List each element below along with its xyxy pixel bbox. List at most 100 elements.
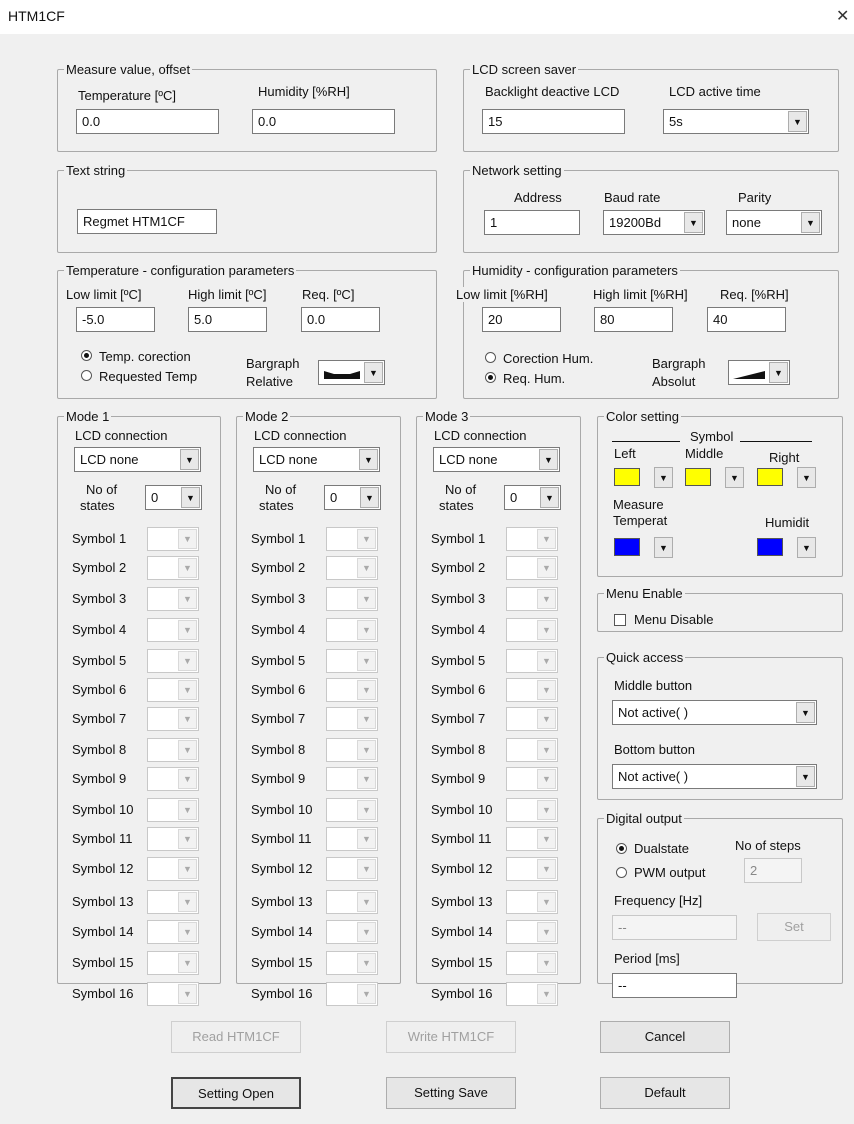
backlight-input[interactable] [482,109,625,134]
chevron-down-icon[interactable]: ▼ [684,212,703,233]
no-of-states-select[interactable]: 0 ▼ [145,485,202,510]
text-string-input[interactable] [77,209,217,234]
symbol-select[interactable]: ▼ [506,587,558,611]
symbol-select[interactable]: ▼ [326,618,378,642]
symbol-select[interactable]: ▼ [506,678,558,702]
close-icon[interactable]: ✕ [836,6,849,26]
chevron-down-icon[interactable]: ▼ [357,529,376,549]
hum-high-input[interactable] [594,307,673,332]
symbol-select[interactable]: ▼ [147,678,199,702]
symbol-select[interactable]: ▼ [147,767,199,791]
cancel-button[interactable]: Cancel [600,1021,730,1053]
symbol-select[interactable]: ▼ [147,618,199,642]
temp-correction-radio[interactable] [81,350,92,361]
symbol-select[interactable]: ▼ [506,798,558,822]
symbol-select[interactable]: ▼ [326,857,378,881]
temperature-color-select[interactable]: ▼ [612,535,674,560]
chevron-down-icon[interactable]: ▼ [359,449,378,470]
symbol-select[interactable]: ▼ [506,556,558,580]
pwm-output-radio[interactable] [616,867,627,878]
chevron-down-icon[interactable]: ▼ [357,953,376,973]
chevron-down-icon[interactable]: ▼ [537,953,556,973]
chevron-down-icon[interactable]: ▼ [537,984,556,1004]
chevron-down-icon[interactable]: ▼ [537,709,556,729]
lcd-connection-select[interactable]: LCD none ▼ [253,447,380,472]
chevron-down-icon[interactable]: ▼ [178,859,197,879]
chevron-down-icon[interactable]: ▼ [178,800,197,820]
symbol-select[interactable]: ▼ [326,890,378,914]
chevron-down-icon[interactable]: ▼ [178,769,197,789]
req-hum-radio[interactable] [485,372,496,383]
humidity-offset-input[interactable] [252,109,395,134]
chevron-down-icon[interactable]: ▼ [357,620,376,640]
no-of-steps-input[interactable] [744,858,802,883]
right-color-select[interactable]: ▼ [755,465,817,490]
symbol-select[interactable]: ▼ [147,587,199,611]
symbol-select[interactable]: ▼ [326,556,378,580]
chevron-down-icon[interactable]: ▼ [181,487,200,508]
symbol-select[interactable]: ▼ [506,618,558,642]
symbol-select[interactable]: ▼ [147,556,199,580]
hum-low-input[interactable] [482,307,561,332]
chevron-down-icon[interactable]: ▼ [537,769,556,789]
chevron-down-icon[interactable]: ▼ [357,892,376,912]
chevron-down-icon[interactable]: ▼ [357,680,376,700]
symbol-select[interactable]: ▼ [326,678,378,702]
bottom-button-select[interactable]: Not active( ) ▼ [612,764,817,789]
chevron-down-icon[interactable]: ▼ [178,558,197,578]
chevron-down-icon[interactable]: ▼ [357,651,376,671]
symbol-select[interactable]: ▼ [147,738,199,762]
symbol-select[interactable]: ▼ [326,707,378,731]
humidity-color-select[interactable]: ▼ [755,535,817,560]
chevron-down-icon[interactable]: ▼ [357,709,376,729]
chevron-down-icon[interactable]: ▼ [537,892,556,912]
symbol-select[interactable]: ▼ [326,527,378,551]
chevron-down-icon[interactable]: ▼ [178,740,197,760]
chevron-down-icon[interactable]: ▼ [796,766,815,787]
no-of-states-select[interactable]: 0 ▼ [504,485,561,510]
chevron-down-icon[interactable]: ▼ [769,362,788,383]
chevron-down-icon[interactable]: ▼ [178,892,197,912]
chevron-down-icon[interactable]: ▼ [537,589,556,609]
symbol-select[interactable]: ▼ [147,890,199,914]
temperature-offset-input[interactable] [76,109,219,134]
chevron-down-icon[interactable]: ▼ [537,529,556,549]
symbol-select[interactable]: ▼ [326,982,378,1006]
set-button[interactable]: Set [757,913,831,941]
temp-low-input[interactable] [76,307,155,332]
symbol-select[interactable]: ▼ [147,827,199,851]
chevron-down-icon[interactable]: ▼ [725,467,744,488]
symbol-select[interactable]: ▼ [506,649,558,673]
chevron-down-icon[interactable]: ▼ [360,487,379,508]
chevron-down-icon[interactable]: ▼ [539,449,558,470]
chevron-down-icon[interactable]: ▼ [357,859,376,879]
chevron-down-icon[interactable]: ▼ [357,589,376,609]
lcd-connection-select[interactable]: LCD none ▼ [433,447,560,472]
symbol-select[interactable]: ▼ [147,707,199,731]
left-color-select[interactable]: ▼ [612,465,674,490]
temp-req-input[interactable] [301,307,380,332]
chevron-down-icon[interactable]: ▼ [537,680,556,700]
symbol-select[interactable]: ▼ [147,798,199,822]
symbol-select[interactable]: ▼ [506,982,558,1006]
correction-hum-radio[interactable] [485,352,496,363]
temp-high-input[interactable] [188,307,267,332]
read-button[interactable]: Read HTM1CF [171,1021,301,1053]
chevron-down-icon[interactable]: ▼ [178,984,197,1004]
symbol-select[interactable]: ▼ [147,951,199,975]
chevron-down-icon[interactable]: ▼ [788,111,807,132]
chevron-down-icon[interactable]: ▼ [178,953,197,973]
symbol-select[interactable]: ▼ [506,767,558,791]
chevron-down-icon[interactable]: ▼ [797,467,816,488]
symbol-select[interactable]: ▼ [147,920,199,944]
middle-button-select[interactable]: Not active( ) ▼ [612,700,817,725]
chevron-down-icon[interactable]: ▼ [357,984,376,1004]
address-input[interactable] [484,210,580,235]
hum-bargraph-select[interactable]: ▼ [728,360,790,385]
frequency-input[interactable] [612,915,737,940]
parity-select[interactable]: none ▼ [726,210,822,235]
chevron-down-icon[interactable]: ▼ [537,558,556,578]
chevron-down-icon[interactable]: ▼ [357,740,376,760]
temp-bargraph-select[interactable]: ▼ [318,360,385,385]
chevron-down-icon[interactable]: ▼ [178,529,197,549]
